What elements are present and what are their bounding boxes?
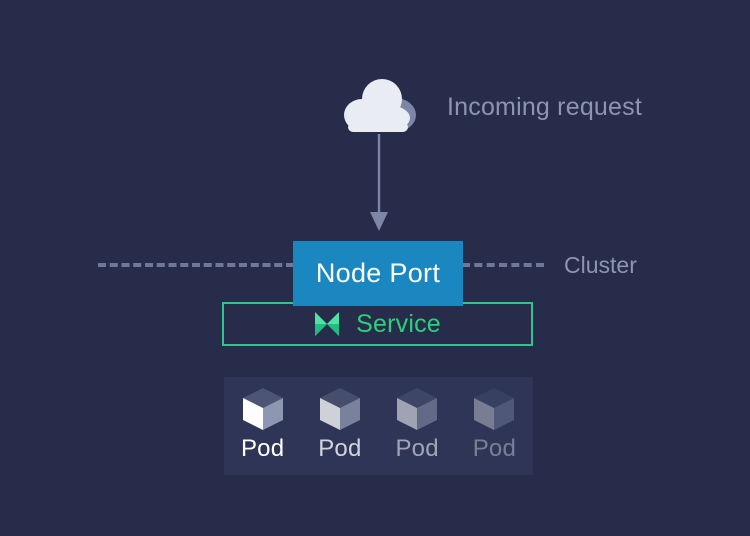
incoming-request-label: Incoming request xyxy=(447,93,642,121)
pod-item[interactable]: Pod xyxy=(224,377,301,475)
pod-cube-icon xyxy=(393,385,441,433)
pod-label: Pod xyxy=(472,435,517,462)
cluster-boundary-left xyxy=(98,263,294,267)
service-label: Service xyxy=(356,309,441,338)
pod-label: Pod xyxy=(240,435,285,462)
pods-panel: Pod Pod Pod Pod xyxy=(224,377,533,475)
cloud-icon xyxy=(338,78,420,134)
pod-item[interactable]: Pod xyxy=(379,377,456,475)
pod-cube-icon xyxy=(470,385,518,433)
service-box[interactable]: Service xyxy=(222,302,533,346)
pod-cube-icon xyxy=(239,385,287,433)
node-port-label: Node Port xyxy=(315,258,441,288)
diagram-canvas: Incoming request Cluster Node Port Servi… xyxy=(0,0,750,536)
pod-label: Pod xyxy=(318,435,362,462)
down-arrow-icon xyxy=(362,134,396,234)
cluster-boundary-right xyxy=(462,263,544,267)
service-bowtie-icon xyxy=(314,311,340,337)
pod-item[interactable]: Pod xyxy=(301,377,378,475)
pod-item[interactable]: Pod xyxy=(456,377,533,475)
node-port-box[interactable]: Node Port xyxy=(293,241,463,306)
pod-cube-icon xyxy=(316,385,364,433)
cluster-label: Cluster xyxy=(564,252,637,278)
pod-label: Pod xyxy=(395,435,439,462)
